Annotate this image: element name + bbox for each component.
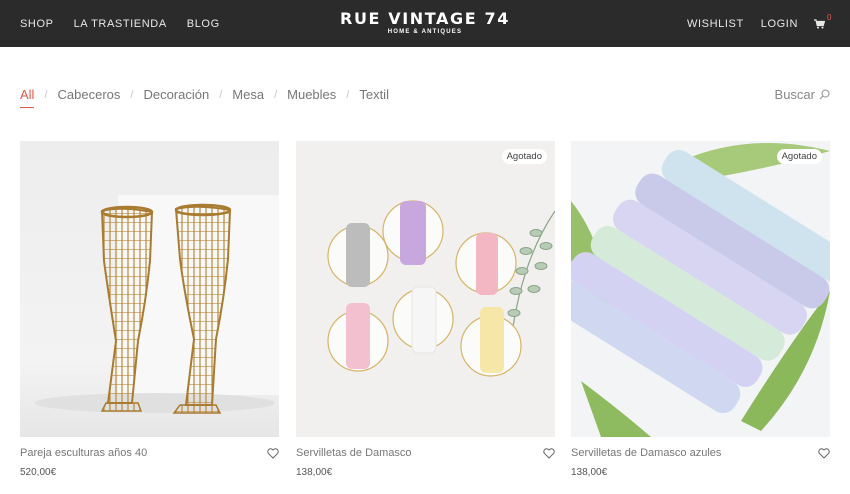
product-card: Agotado Servilletas de Damasco azules 13… [571, 141, 830, 478]
cart-count-badge: 0 [827, 13, 832, 22]
filter-all[interactable]: All [20, 87, 35, 108]
product-image-blue-napkins[interactable]: Agotado [571, 141, 830, 437]
product-name[interactable]: Pareja esculturas años 40 [20, 447, 147, 459]
product-info-row: Pareja esculturas años 40 [20, 447, 279, 459]
product-name[interactable]: Servilletas de Damasco azules [571, 447, 721, 459]
product-price: 138,00€ [571, 467, 608, 478]
filter-cabeceros[interactable]: Cabeceros [58, 87, 121, 102]
login-link[interactable]: LOGIN [761, 18, 798, 30]
filter-separator: / [346, 88, 350, 101]
search-icon [819, 89, 830, 100]
heart-icon[interactable] [543, 447, 555, 459]
account-nav: WISHLIST LOGIN 0 [670, 13, 831, 30]
product-card: Pareja esculturas años 40 520,00€ [20, 141, 279, 478]
filter-decoracion[interactable]: Decoración [143, 87, 209, 102]
product-info-row: Servilletas de Damasco [296, 447, 555, 459]
wishlist-link[interactable]: WISHLIST [687, 18, 744, 30]
filter-muebles[interactable]: Muebles [287, 87, 336, 102]
cart-icon [814, 19, 825, 29]
heart-icon[interactable] [267, 447, 279, 459]
product-image-sculptures[interactable] [20, 141, 279, 437]
category-filter-bar: All / Cabeceros / Decoración / Mesa / Mu… [20, 87, 389, 108]
product-name[interactable]: Servilletas de Damasco [296, 447, 412, 459]
product-image-napkins[interactable]: Agotado [296, 141, 555, 437]
product-price: 138,00€ [296, 467, 333, 478]
filter-textil[interactable]: Textil [359, 87, 389, 102]
search-button[interactable]: Buscar [775, 87, 830, 102]
top-navigation-bar: SHOP LA TRASTIENDA BLOG RUE VINTAGE 74 H… [0, 0, 850, 47]
product-card: Agotado Servilletas de Damasco 138,00€ [296, 141, 555, 478]
search-label: Buscar [774, 87, 815, 102]
filter-mesa[interactable]: Mesa [232, 87, 264, 102]
sold-out-badge: Agotado [501, 149, 547, 164]
filter-separator: / [219, 88, 223, 101]
product-info-row: Servilletas de Damasco azules [571, 447, 830, 459]
product-price: 520,00€ [20, 467, 57, 478]
heart-icon[interactable] [818, 447, 830, 459]
cart-button[interactable]: 0 [814, 13, 831, 30]
sold-out-badge: Agotado [776, 149, 822, 164]
filter-separator: / [44, 88, 48, 101]
filter-separator: / [130, 88, 134, 101]
filter-separator: / [274, 88, 278, 101]
